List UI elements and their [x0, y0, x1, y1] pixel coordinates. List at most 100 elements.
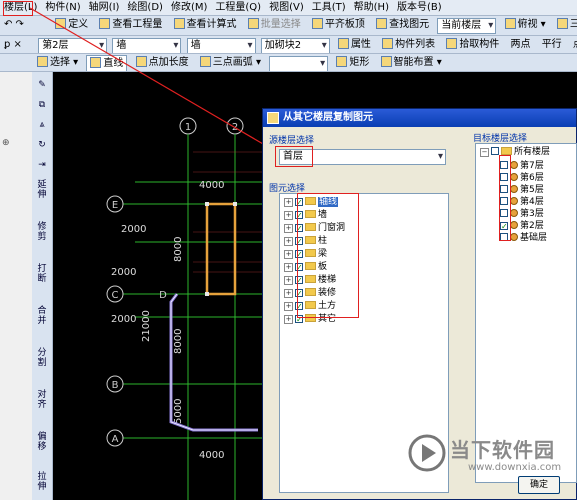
copy-icon[interactable]: ⧉	[34, 100, 50, 110]
point-length-icon	[135, 56, 147, 67]
define-button[interactable]: 定义	[52, 17, 91, 33]
component-select[interactable]: 加砌块2	[260, 38, 330, 53]
3d-view-button[interactable]: 三维	[554, 17, 577, 33]
properties-button[interactable]: 属性	[335, 37, 374, 53]
category-select[interactable]: 墙	[112, 38, 182, 53]
batch-select-button[interactable]: 批量选择	[245, 17, 304, 33]
point-length-button[interactable]: 点加长度	[133, 55, 192, 71]
line-icon	[90, 57, 102, 68]
axis-number-2: 2	[232, 122, 238, 133]
expand-icon[interactable]: +	[284, 263, 293, 272]
target-root[interactable]: − 所有楼层	[480, 146, 550, 159]
stretch-tool[interactable]: 拉伸	[34, 472, 50, 494]
floor-label: 第5层	[520, 185, 544, 195]
offset-tool[interactable]: 偏移	[34, 432, 50, 454]
expand-icon[interactable]: +	[284, 250, 293, 259]
floor-icon	[510, 173, 518, 181]
wall-path[interactable]	[169, 293, 258, 432]
mirror-icon[interactable]: ⩓	[34, 120, 50, 130]
axis-letter-d: D	[159, 290, 167, 301]
view-formula-button[interactable]: 查看计算式	[171, 17, 240, 33]
expand-icon[interactable]: +	[284, 302, 293, 311]
merge-tool[interactable]: 合并	[34, 306, 50, 328]
component-list-button[interactable]: 构件列表	[379, 37, 438, 53]
break-tool[interactable]: 打断	[34, 264, 50, 286]
menu-version[interactable]: 版本号(B)	[393, 0, 446, 15]
modify-toolbar: ✎ ⧉ ⩓ ↻ ⇥ 延伸 修剪 打断 合并 分割 对齐 偏移 拉伸	[32, 72, 53, 500]
toolbar-main: ↶ ↷ 定义 查看工程量 查看计算式 批量选择 平齐板顶 查找图元 当前楼层 俯…	[0, 16, 577, 36]
find-icon	[376, 18, 388, 29]
two-point-button[interactable]: 两点	[508, 37, 534, 53]
expand-icon[interactable]: +	[284, 315, 293, 324]
pin-icon[interactable]: ꝑ ×	[1, 37, 33, 53]
undo-redo-group[interactable]: ↶ ↷	[1, 17, 47, 33]
dim-text-8: 5000	[173, 399, 184, 424]
top-view-button[interactable]: 俯视 ▾	[502, 17, 549, 33]
menu-highlight	[3, 1, 33, 16]
menu-help[interactable]: 帮助(H)	[350, 0, 393, 15]
dim-text-5: 8000	[173, 237, 184, 262]
cursor-icon	[37, 56, 48, 67]
split-tool[interactable]: 分割	[34, 348, 50, 370]
view-quantity-button[interactable]: 查看工程量	[96, 17, 165, 33]
extend-tool[interactable]: 延伸	[34, 180, 50, 202]
folder-icon	[501, 147, 512, 155]
align-slab-button[interactable]: 平齐板顶	[309, 17, 368, 33]
source-highlight	[275, 146, 313, 167]
three-point-arc-button[interactable]: 三点画弧 ▾	[197, 55, 264, 71]
find-element-button[interactable]: 查找图元	[373, 17, 432, 33]
expand-icon[interactable]: +	[284, 237, 293, 246]
menu-quantity[interactable]: 工程量(Q)	[211, 0, 265, 15]
menu-tools[interactable]: 工具(T)	[308, 0, 350, 15]
menu-modify[interactable]: 修改(M)	[167, 0, 211, 15]
menu-axis[interactable]: 轴网(I)	[85, 0, 124, 15]
dim-text-7: 8000	[173, 329, 184, 354]
floor-select[interactable]: 第2层	[38, 38, 108, 53]
toolbar-draw: 选择 ▾ 直线 点加长度 三点画弧 ▾ 矩形 智能布置 ▾	[0, 54, 577, 72]
toolbar-component: ꝑ × 第2层 墙 墙 加砌块2 属性 构件列表 拾取构件 两点 平行 点角 圆…	[0, 36, 577, 54]
expand-icon[interactable]: +	[284, 198, 293, 207]
wall-outline[interactable]	[205, 202, 237, 296]
point-angle-button[interactable]: 点角	[570, 37, 577, 53]
dim-text-2: 2000	[121, 224, 146, 235]
collapse-icon[interactable]: −	[480, 148, 489, 157]
dialog-title-bar[interactable]: 从其它楼层复制图元	[263, 109, 576, 127]
expand-icon[interactable]: +	[284, 276, 293, 285]
navigation-pane: ⊕	[0, 72, 33, 500]
expand-icon[interactable]: +	[284, 289, 293, 298]
dim-text-3: 2000	[111, 267, 136, 278]
draw-mode-select[interactable]	[269, 56, 329, 71]
select-button[interactable]: 选择 ▾	[34, 55, 81, 71]
floor-icon	[510, 185, 518, 193]
checkbox[interactable]	[491, 147, 499, 155]
targets-highlight	[499, 155, 511, 241]
floor-icon	[510, 209, 518, 217]
move-icon[interactable]: ✎	[34, 80, 50, 90]
type-select[interactable]: 墙	[186, 38, 256, 53]
align-tool[interactable]: 对齐	[34, 390, 50, 412]
expand-icon[interactable]: +	[284, 224, 293, 233]
collapse-icon[interactable]: ⊕	[2, 138, 10, 148]
trim-tool[interactable]: 修剪	[34, 222, 50, 244]
axis-letter-b: B	[112, 380, 119, 391]
smart-layout-button[interactable]: 智能布置 ▾	[378, 55, 445, 71]
floor-icon	[510, 161, 518, 169]
floor-icon	[510, 233, 518, 241]
floor-label: 第7层	[520, 161, 544, 171]
define-icon	[55, 18, 67, 29]
watermark-name: 当下软件园	[450, 438, 555, 462]
menu-draw[interactable]: 绘图(D)	[123, 0, 167, 15]
current-floor-select[interactable]: 当前楼层	[437, 18, 497, 34]
expand-icon[interactable]: +	[284, 211, 293, 220]
parallel-button[interactable]: 平行	[539, 37, 565, 53]
rotate-icon[interactable]: ↻	[34, 140, 50, 150]
rectangle-button[interactable]: 矩形	[333, 55, 372, 71]
menu-component[interactable]: 构件(N)	[41, 0, 84, 15]
line-button[interactable]: 直线	[86, 55, 128, 71]
floor-icon	[510, 221, 518, 229]
pick-component-button[interactable]: 拾取构件	[443, 37, 502, 53]
smart-icon	[380, 56, 392, 67]
offset-icon[interactable]: ⇥	[34, 160, 50, 170]
menu-view[interactable]: 视图(V)	[265, 0, 308, 15]
floor-label: 第6层	[520, 173, 544, 183]
